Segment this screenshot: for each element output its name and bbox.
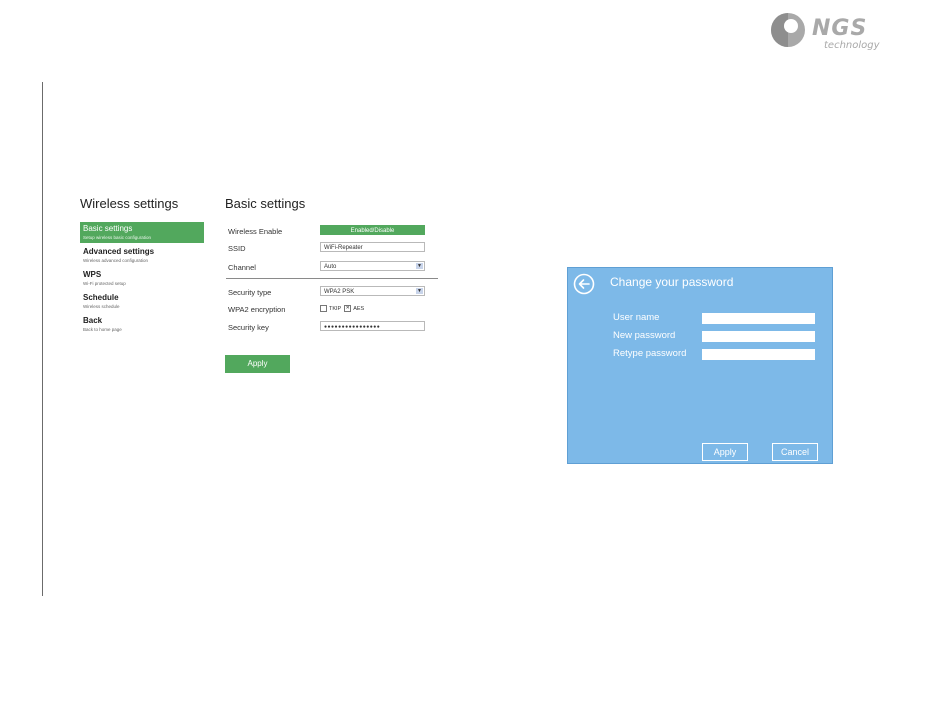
ngs-logo-icon bbox=[771, 13, 805, 47]
wireless-settings-title: Wireless settings bbox=[80, 196, 179, 211]
channel-label: Channel bbox=[228, 263, 256, 272]
sidebar-item-basic-settings[interactable]: Basic settings Setup wireless basic conf… bbox=[80, 222, 204, 243]
tkip-checkbox[interactable] bbox=[320, 305, 327, 312]
sidebar-item-label: Advanced settings bbox=[83, 247, 155, 256]
security-key-row: Security key ●●●●●●●●●●●●●●●● bbox=[228, 321, 428, 335]
dialog-title: Change your password bbox=[610, 275, 734, 289]
retype-password-input[interactable] bbox=[702, 349, 815, 360]
ssid-input[interactable]: WiFi-Repeater bbox=[320, 242, 425, 252]
new-password-label: New password bbox=[613, 330, 676, 341]
basic-settings-title: Basic settings bbox=[225, 196, 306, 211]
security-type-row: Security type WPA2 PSK ▼ bbox=[228, 286, 428, 300]
aes-checkbox[interactable]: ✕ bbox=[344, 305, 352, 312]
change-password-dialog: Change your password User name New passw… bbox=[567, 267, 833, 464]
wireless-enable-label: Wireless Enable bbox=[228, 227, 283, 236]
sidebar-item-schedule[interactable]: Schedule Wireless schedule bbox=[80, 291, 204, 312]
security-type-select[interactable]: WPA2 PSK ▼ bbox=[320, 286, 425, 296]
sidebar-item-desc: Back to home page bbox=[83, 327, 122, 332]
new-password-input[interactable] bbox=[702, 331, 815, 342]
sidebar-item-back[interactable]: Back Back to home page bbox=[80, 314, 204, 335]
chevron-down-icon: ▼ bbox=[416, 263, 423, 269]
sidebar-item-label: Basic settings bbox=[83, 224, 133, 233]
sidebar-item-desc: Wireless schedule bbox=[83, 304, 120, 309]
back-arrow-icon[interactable] bbox=[573, 273, 595, 295]
sidebar-item-desc: Wi-Fi protected setup bbox=[83, 281, 126, 286]
sidebar-item-desc: Wireless advanced configuration bbox=[83, 258, 149, 263]
username-input[interactable] bbox=[702, 313, 815, 324]
sidebar-item-label: WPS bbox=[83, 270, 102, 279]
sidebar-item-desc: Setup wireless basic configuration bbox=[83, 235, 152, 240]
aes-label: AES bbox=[353, 305, 365, 312]
wireless-enable-toggle[interactable]: Enabled/Disable bbox=[320, 225, 425, 235]
ssid-row: SSID WiFi-Repeater bbox=[228, 242, 428, 256]
chevron-down-icon: ▼ bbox=[416, 288, 423, 294]
wpa2-encryption-label: WPA2 encryption bbox=[228, 305, 286, 314]
basic-settings-apply-button[interactable]: Apply bbox=[225, 355, 290, 373]
wpa2-encryption-row: WPA2 encryption TKIP ✕ AES bbox=[228, 303, 428, 317]
security-key-label: Security key bbox=[228, 323, 269, 332]
wireless-enable-row: Wireless Enable Enabled/Disable bbox=[228, 225, 428, 239]
dialog-apply-button[interactable]: Apply bbox=[702, 443, 748, 461]
wpa2-encryption-options: TKIP ✕ AES bbox=[320, 305, 364, 312]
ngs-logo: NGS technology bbox=[768, 10, 918, 54]
settings-divider bbox=[226, 278, 438, 279]
channel-select[interactable]: Auto ▼ bbox=[320, 261, 425, 271]
logo-brand-text: NGS bbox=[812, 16, 868, 41]
retype-password-label: Retype password bbox=[613, 348, 687, 359]
channel-select-value: Auto bbox=[324, 264, 337, 270]
tkip-label: TKIP bbox=[329, 305, 342, 312]
wireless-sidebar: Basic settings Setup wireless basic conf… bbox=[80, 222, 204, 337]
retype-password-row: Retype password bbox=[613, 348, 823, 362]
vertical-divider bbox=[42, 82, 43, 596]
sidebar-item-label: Back bbox=[83, 316, 103, 325]
logo-sub-text: technology bbox=[824, 40, 880, 51]
sidebar-item-wps[interactable]: WPS Wi-Fi protected setup bbox=[80, 268, 204, 289]
security-type-label: Security type bbox=[228, 288, 272, 297]
dialog-cancel-button[interactable]: Cancel bbox=[772, 443, 818, 461]
sidebar-item-advanced-settings[interactable]: Advanced settings Wireless advanced conf… bbox=[80, 245, 204, 266]
security-type-value: WPA2 PSK bbox=[324, 289, 355, 295]
security-key-input[interactable]: ●●●●●●●●●●●●●●●● bbox=[320, 321, 425, 331]
channel-row: Channel Auto ▼ bbox=[228, 261, 428, 275]
username-label: User name bbox=[613, 312, 660, 323]
new-password-row: New password bbox=[613, 330, 823, 344]
username-row: User name bbox=[613, 312, 823, 326]
ssid-label: SSID bbox=[228, 244, 246, 253]
sidebar-item-label: Schedule bbox=[83, 293, 119, 302]
